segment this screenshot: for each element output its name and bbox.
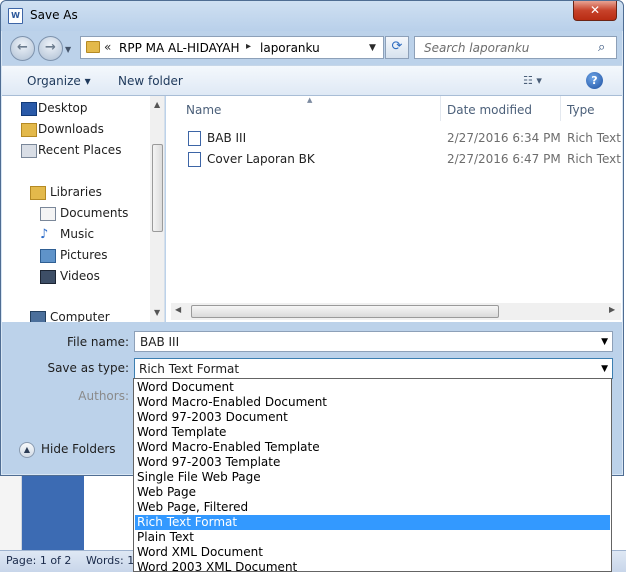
word-app-icon: W (8, 8, 23, 24)
folder-icon (86, 41, 100, 53)
save-as-type-label: Save as type: (47, 361, 129, 375)
back-button[interactable]: ← (10, 36, 35, 61)
dropdown-option[interactable]: Word XML Document (135, 545, 610, 560)
vertical-ruler (0, 476, 22, 550)
rtf-file-icon (188, 131, 201, 146)
command-toolbar: Organize ▾ New folder ☷ ▾ ? (2, 65, 622, 96)
sort-indicator-icon: ▲ (307, 96, 313, 104)
documents-icon (40, 207, 56, 221)
dropdown-option[interactable]: Single File Web Page (135, 470, 610, 485)
libraries-icon (30, 186, 46, 200)
dropdown-option[interactable]: Web Page (135, 485, 610, 500)
file-type: Rich Text (567, 152, 621, 166)
column-header-type[interactable]: Type (567, 103, 595, 117)
file-name-label: File name: (67, 335, 129, 349)
nav-item-libraries[interactable]: Libraries (50, 185, 102, 199)
horizontal-scrollbar[interactable]: ◀ ▶ (171, 303, 621, 320)
chevron-down-icon[interactable]: ▼ (601, 364, 608, 374)
dropdown-option[interactable]: Word Macro-Enabled Document (135, 395, 610, 410)
save-as-type-dropdown-list[interactable]: Word Document Word Macro-Enabled Document… (133, 378, 612, 572)
organize-button[interactable]: Organize ▾ (27, 74, 91, 88)
videos-icon (40, 270, 56, 284)
search-icon[interactable]: ⌕ (598, 40, 605, 55)
nav-item-downloads[interactable]: Downloads (38, 122, 104, 136)
dropdown-option[interactable]: Word Macro-Enabled Template (135, 440, 610, 455)
file-name[interactable]: Cover Laporan BK (207, 152, 315, 166)
breadcrumb-laporanku[interactable]: laporanku (260, 41, 320, 55)
file-name-value[interactable]: BAB III (140, 335, 179, 349)
scroll-right-icon[interactable]: ▶ (609, 305, 615, 314)
breadcrumb-separator-icon[interactable]: ▸ (246, 41, 251, 52)
file-name[interactable]: BAB III (207, 131, 246, 145)
computer-icon (30, 311, 46, 322)
refresh-button[interactable]: ⟳ (385, 36, 409, 59)
word-count[interactable]: Words: 1 (86, 554, 134, 567)
downloads-icon (21, 123, 37, 137)
chevron-down-icon[interactable]: ▼ (601, 337, 608, 347)
nav-item-music[interactable]: Music (60, 227, 94, 241)
search-placeholder: Search laporanku (424, 41, 530, 55)
dropdown-option[interactable]: Word 2003 XML Document (135, 560, 610, 571)
close-button[interactable]: ✕ (573, 1, 617, 21)
dropdown-option[interactable]: Rich Text Format (135, 515, 610, 530)
dropdown-option[interactable]: Web Page, Filtered (135, 500, 610, 515)
file-date: 2/27/2016 6:47 PM (447, 152, 561, 166)
nav-item-pictures[interactable]: Pictures (60, 248, 108, 262)
rtf-file-icon (188, 152, 201, 167)
file-name-field[interactable]: BAB III ▼ (134, 331, 613, 352)
file-type: Rich Text (567, 131, 621, 145)
music-icon: ♪ (40, 228, 56, 242)
authors-label: Authors: (78, 389, 129, 403)
file-date: 2/27/2016 6:34 PM (447, 131, 561, 145)
save-as-type-select[interactable]: Rich Text Format ▼ (134, 358, 613, 379)
column-header-date-modified[interactable]: Date modified (447, 103, 532, 117)
document-cover-block (22, 476, 84, 550)
recent-locations-dropdown-icon[interactable]: ▼ (65, 45, 71, 54)
hide-folders-button[interactable]: Hide Folders (41, 442, 116, 456)
recent-places-icon (21, 144, 37, 158)
nav-item-recent-places[interactable]: Recent Places (38, 143, 121, 157)
help-icon[interactable]: ? (586, 72, 603, 89)
address-dropdown-icon[interactable]: ▼ (369, 43, 376, 53)
scroll-down-icon[interactable]: ▼ (154, 308, 160, 317)
dropdown-option[interactable]: Plain Text (135, 530, 610, 545)
file-list-pane: ▲ Name Date modified Type BAB III 2/27/2… (166, 96, 622, 322)
nav-item-desktop[interactable]: Desktop (38, 101, 88, 115)
breadcrumb-overflow[interactable]: « (104, 40, 111, 54)
save-as-type-value[interactable]: Rich Text Format (139, 362, 239, 376)
title-bar: W Save As ✕ (1, 1, 623, 31)
scroll-left-icon[interactable]: ◀ (175, 305, 181, 314)
search-input[interactable]: Search laporanku ⌕ (414, 36, 617, 59)
nav-item-videos[interactable]: Videos (60, 269, 100, 283)
dialog-title: Save As (30, 8, 78, 22)
column-header-name[interactable]: Name (186, 103, 221, 117)
scroll-up-icon[interactable]: ▲ (154, 100, 160, 109)
page-count[interactable]: Page: 1 of 2 (6, 554, 71, 567)
chevron-up-icon[interactable]: ▲ (19, 442, 35, 458)
column-divider[interactable] (440, 96, 441, 121)
dropdown-option[interactable]: Word Document (135, 380, 610, 395)
dropdown-option[interactable]: Word 97-2003 Template (135, 455, 610, 470)
dropdown-option[interactable]: Word 97-2003 Document (135, 410, 610, 425)
navigation-pane: Desktop Downloads Recent Places Librarie… (2, 96, 165, 322)
nav-item-computer[interactable]: Computer (50, 310, 110, 322)
horizontal-scrollbar-thumb[interactable] (191, 305, 499, 318)
new-folder-button[interactable]: New folder (118, 74, 183, 88)
dropdown-option[interactable]: Word Template (135, 425, 610, 440)
change-view-icon[interactable]: ☷ ▾ (523, 74, 542, 87)
pictures-icon (40, 249, 56, 263)
nav-scrollbar-thumb[interactable] (152, 144, 163, 232)
nav-item-documents[interactable]: Documents (60, 206, 128, 220)
address-bar[interactable]: « RPP MA AL-HIDAYAH ▸ laporanku ▼ (80, 36, 384, 59)
column-divider[interactable] (560, 96, 561, 121)
forward-button[interactable]: → (38, 36, 63, 61)
desktop-icon (21, 102, 37, 116)
breadcrumb-rpp-ma-al-hidayah[interactable]: RPP MA AL-HIDAYAH (119, 41, 240, 55)
